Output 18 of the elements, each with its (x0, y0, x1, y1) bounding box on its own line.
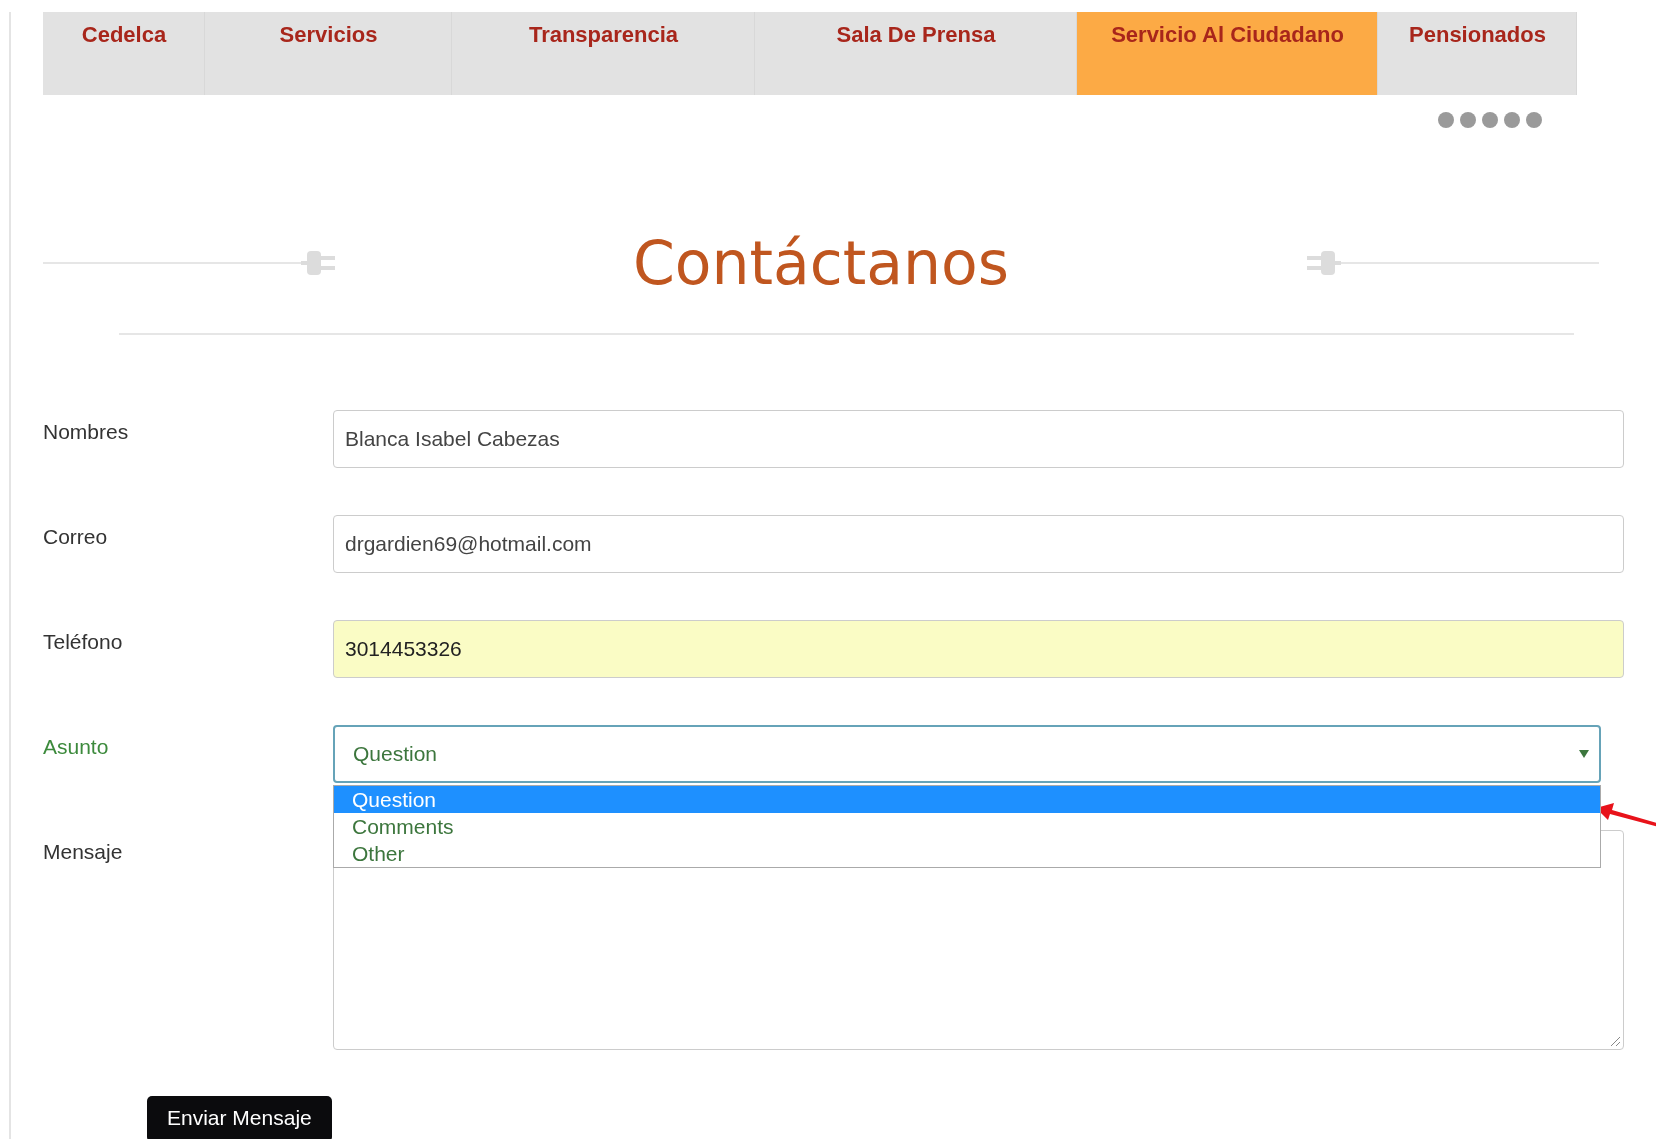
field-label: Teléfono (43, 629, 124, 655)
field-label: Nombres (43, 419, 130, 445)
field-label: Asunto (43, 734, 110, 760)
field-label: Correo (43, 524, 109, 550)
field-label: Mensaje (43, 839, 124, 865)
page-title: Contáctanos (631, 228, 1011, 298)
dropdown-option[interactable]: Question (334, 786, 1600, 813)
dots-icon (1437, 111, 1545, 129)
input-field[interactable]: 3014453326 (333, 620, 1624, 678)
input-field[interactable]: drgardien69@hotmail.com (333, 515, 1624, 573)
subject-dropdown[interactable]: Question (333, 725, 1601, 783)
dropdown-option[interactable]: Comments (334, 813, 1600, 840)
input-field[interactable]: Blanca Isabel Cabezas (333, 410, 1624, 468)
nav-tab[interactable]: Servicio Al Ciudadano (1077, 12, 1378, 95)
dropdown-option[interactable]: Other (334, 840, 1600, 867)
send-button[interactable]: Enviar Mensaje (147, 1096, 332, 1139)
caret-icon (1579, 750, 1589, 758)
resize-grip-icon (1609, 1035, 1621, 1047)
